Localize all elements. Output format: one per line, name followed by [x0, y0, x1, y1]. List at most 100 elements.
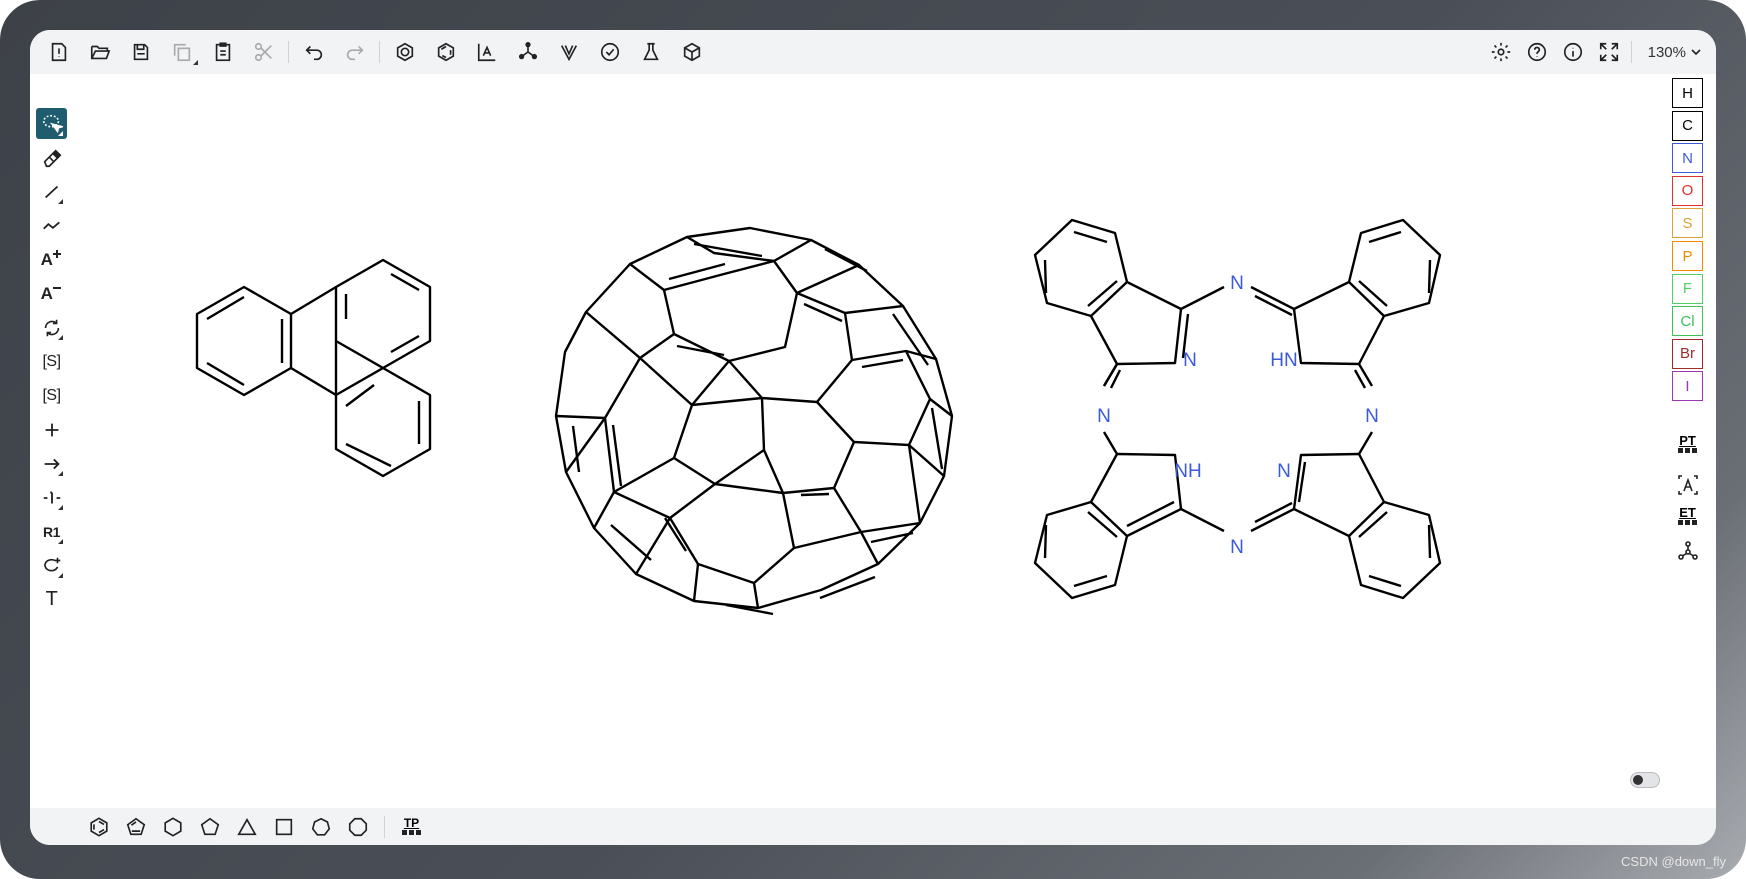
bond-tool[interactable] — [36, 176, 67, 207]
rgroup-tool[interactable]: R1 — [36, 516, 67, 547]
new-icon — [51, 42, 66, 62]
template-cyclopropane[interactable] — [228, 812, 265, 842]
aromatize-button[interactable] — [384, 36, 425, 68]
ketcher-editor: 130% A A [S] [S] R1 T N N HN N N NH N N … — [30, 30, 1716, 845]
atom-symbol: F — [1682, 280, 1693, 298]
atom-button-n[interactable]: N — [1672, 143, 1703, 174]
rotate-submenu-indicator — [58, 335, 63, 340]
zoom-dropdown[interactable]: 130% — [1636, 44, 1716, 61]
nitrogen-label: N — [1365, 406, 1379, 427]
open-button[interactable] — [79, 36, 120, 68]
charge-plus-tool[interactable]: A — [36, 244, 67, 275]
chevron-down-icon — [1691, 49, 1701, 56]
any-atom-icon — [1677, 475, 1698, 495]
fullscreen-icon — [1599, 42, 1618, 62]
stereo-button[interactable] — [548, 36, 589, 68]
atom-button-cl[interactable]: Cl — [1672, 306, 1703, 337]
sgroup-label: [S] — [42, 352, 61, 370]
save-button[interactable] — [120, 36, 161, 68]
atom-button-p[interactable]: P — [1672, 241, 1703, 271]
atom-button-f[interactable]: F — [1672, 273, 1703, 304]
reaction-plus-tool[interactable] — [36, 414, 67, 445]
atom-button-h[interactable]: H — [1672, 78, 1703, 108]
template-cycloheptane[interactable] — [302, 812, 339, 842]
drawing-canvas[interactable]: N N HN N N NH N N — [74, 74, 1656, 812]
atom-button-s[interactable]: S — [1672, 208, 1703, 239]
atom-symbol: H — [1682, 84, 1693, 102]
window-frame: 130% A A [S] [S] R1 T N N HN N N NH N N … — [0, 0, 1746, 879]
open-icon — [90, 45, 110, 60]
fullerene-molecule[interactable] — [554, 226, 954, 616]
nitrogen-label: N — [1277, 461, 1291, 482]
bottom-toolbar: TP — [30, 808, 1716, 845]
data-sgroup-tool[interactable]: [S] — [36, 380, 67, 411]
atom-button-i[interactable]: I — [1672, 371, 1703, 402]
sgroup-tool[interactable]: [S] — [36, 346, 67, 377]
atom-symbol: Br — [1680, 345, 1695, 363]
erase-tool[interactable] — [36, 142, 67, 173]
undo-button[interactable] — [293, 36, 334, 68]
nitrogen-label: N — [1097, 406, 1111, 427]
zoom-value: 130% — [1647, 43, 1686, 61]
cut-button[interactable] — [243, 36, 284, 68]
3d-view-icon — [683, 42, 700, 62]
chain-tool[interactable] — [36, 210, 67, 241]
mapping-tool[interactable] — [36, 482, 67, 513]
template-cyclooctane[interactable] — [339, 812, 376, 842]
fullscreen-button[interactable] — [1591, 36, 1627, 68]
text-tool[interactable]: T — [36, 584, 67, 615]
phthalocyanine-labels: N N HN N N NH N N — [1097, 273, 1379, 558]
template-cyclohexane[interactable] — [154, 812, 191, 842]
settings-button[interactable] — [1483, 36, 1519, 68]
bond-submenu-indicator — [58, 199, 63, 204]
functional-groups-button[interactable] — [1672, 536, 1703, 566]
periodic-table-button[interactable]: PT — [1672, 430, 1703, 460]
shape-tool[interactable] — [36, 550, 67, 581]
atom-button-br[interactable]: Br — [1672, 338, 1703, 369]
template-cyclopentadiene[interactable] — [117, 812, 154, 842]
cyclohexane-icon — [163, 816, 182, 837]
about-button[interactable] — [1555, 36, 1591, 68]
template-library-button[interactable]: TP — [393, 812, 430, 842]
any-atom-button[interactable] — [1672, 470, 1703, 500]
theme-toggle[interactable] — [1630, 772, 1660, 788]
clean-icon — [518, 42, 537, 60]
select-tool[interactable] — [36, 108, 67, 139]
3d-view-button[interactable] — [671, 36, 712, 68]
select-submenu-indicator — [58, 131, 63, 136]
rotate-tool[interactable] — [36, 312, 67, 343]
new-button[interactable] — [38, 36, 79, 68]
redo-icon — [346, 45, 364, 61]
paste-button[interactable] — [202, 36, 243, 68]
table-dots-icon — [1677, 448, 1697, 453]
dearomatize-button[interactable] — [425, 36, 466, 68]
check-button[interactable] — [589, 36, 630, 68]
rgroup-label: R1 — [43, 523, 60, 540]
atom-symbol: I — [1685, 377, 1690, 395]
charge-minus-tool[interactable]: A — [36, 278, 67, 309]
analyse-button[interactable] — [630, 36, 671, 68]
help-button[interactable] — [1519, 36, 1555, 68]
template-benzene[interactable] — [80, 812, 117, 842]
copy-submenu-indicator — [193, 60, 198, 65]
cyclooctane-icon — [348, 817, 367, 836]
triphenylene-molecule[interactable] — [195, 258, 432, 478]
copy-button[interactable] — [161, 36, 202, 68]
template-cyclopentane[interactable] — [191, 812, 228, 842]
clean-button[interactable] — [507, 36, 548, 68]
watermark: CSDN @down_fly — [1621, 854, 1726, 869]
plus-superscript-icon — [53, 249, 62, 258]
template-cyclobutane[interactable] — [265, 812, 302, 842]
layout-button[interactable] — [466, 36, 507, 68]
analyse-icon — [642, 42, 659, 61]
atom-symbol: Cl — [1680, 312, 1695, 330]
nitrogen-label: N — [1230, 537, 1244, 558]
redo-button[interactable] — [334, 36, 375, 68]
toolbar-separator — [288, 41, 289, 63]
extended-table-button[interactable]: ET — [1672, 502, 1703, 532]
text-tool-label: T — [45, 588, 58, 610]
atom-button-o[interactable]: O — [1672, 175, 1703, 206]
reaction-arrow-tool[interactable] — [36, 448, 67, 479]
help-icon — [1527, 42, 1546, 62]
atom-button-c[interactable]: C — [1672, 110, 1703, 141]
